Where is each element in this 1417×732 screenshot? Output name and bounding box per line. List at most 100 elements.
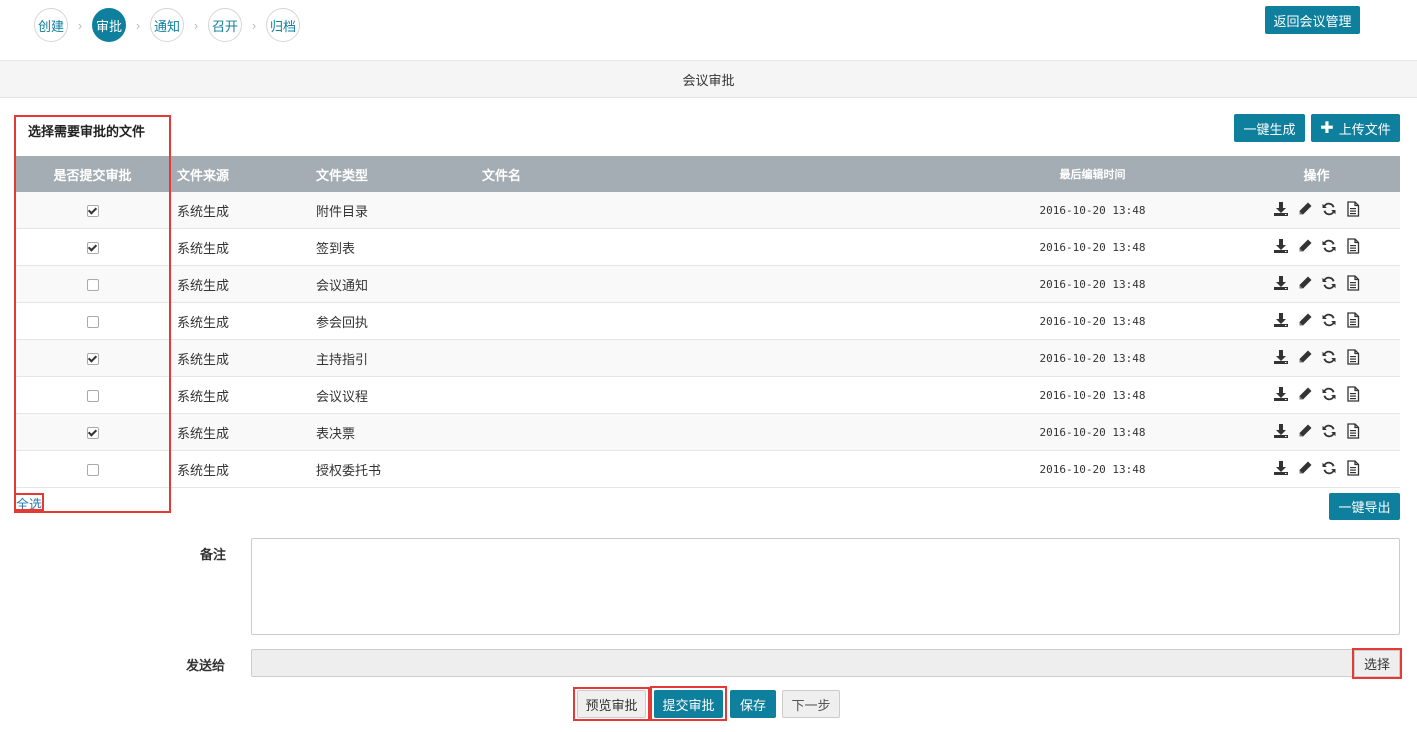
download-icon[interactable] [1273,275,1289,291]
file-source: 系统生成 [170,339,316,377]
select-all-link[interactable]: 全选 [16,494,42,513]
submit-checkbox[interactable] [86,205,99,218]
edit-icon[interactable] [1297,423,1313,439]
col-source: 文件来源 [170,156,316,192]
submit-checkbox[interactable] [86,464,99,477]
last-edited-time: 2016-10-20 13:48 [952,413,1233,451]
document-icon[interactable] [1345,348,1361,365]
edit-icon[interactable] [1297,312,1313,328]
refresh-icon[interactable] [1321,386,1337,402]
file-type: 附件目录 [316,192,482,229]
download-icon[interactable] [1273,312,1289,328]
download-icon[interactable] [1273,460,1289,476]
edit-icon[interactable] [1297,460,1313,476]
chevron-right-icon: › [251,17,257,33]
last-edited-time: 2016-10-20 13:48 [952,228,1233,266]
file-type: 授权委托书 [316,450,482,488]
submit-checkbox[interactable] [86,353,99,366]
file-name [482,339,952,377]
edit-icon[interactable] [1297,275,1313,291]
document-icon[interactable] [1345,385,1361,402]
sendto-field[interactable] [251,649,1354,677]
row-actions [1233,192,1400,229]
row-actions [1233,376,1400,414]
last-edited-time: 2016-10-20 13:48 [952,192,1233,229]
download-icon[interactable] [1273,201,1289,217]
file-type: 参会回执 [316,302,482,340]
refresh-icon[interactable] [1321,238,1337,254]
edit-icon[interactable] [1297,349,1313,365]
refresh-icon[interactable] [1321,275,1337,291]
remarks-textarea[interactable] [251,538,1400,635]
submit-checkbox-cell [15,413,170,451]
step-approve[interactable]: 审批 [92,8,126,42]
row-actions [1233,339,1400,377]
file-name [482,376,952,414]
table-row: 系统生成 授权委托书 2016-10-20 13:48 [15,450,1400,488]
file-source: 系统生成 [170,376,316,414]
edit-icon[interactable] [1297,386,1313,402]
step-archive[interactable]: 归档 [266,8,300,42]
document-icon[interactable] [1345,200,1361,217]
last-edited-time: 2016-10-20 13:48 [952,302,1233,340]
refresh-icon[interactable] [1321,423,1337,439]
back-to-meeting-management-button[interactable]: 返回会议管理 [1265,6,1360,34]
row-actions [1233,228,1400,266]
export-all-button[interactable]: 一键导出 [1329,493,1400,520]
submit-approval-button[interactable]: 提交审批 [654,690,723,718]
step-label: 审批 [95,18,122,34]
col-filename: 文件名 [482,156,952,192]
submit-checkbox[interactable] [86,427,99,440]
row-actions [1233,450,1400,488]
refresh-icon[interactable] [1321,312,1337,328]
submit-checkbox-cell [15,228,170,266]
step-label: 召开 [211,18,238,34]
step-hold[interactable]: 召开 [208,8,242,42]
document-icon[interactable] [1345,422,1361,439]
submit-checkbox[interactable] [86,390,99,403]
upload-file-button[interactable]: ✚ 上传文件 [1311,114,1400,142]
document-icon[interactable] [1345,274,1361,291]
table-header-row: 是否提交审批 文件来源 文件类型 文件名 最后编辑时间 操作 [15,156,1400,192]
submit-checkbox[interactable] [86,242,99,255]
edit-icon[interactable] [1297,201,1313,217]
submit-checkbox[interactable] [86,279,99,292]
table-row: 系统生成 主持指引 2016-10-20 13:48 [15,339,1400,377]
download-icon[interactable] [1273,349,1289,365]
page-title: 会议审批 [682,72,735,88]
table-row: 系统生成 附件目录 2016-10-20 13:48 [15,192,1400,229]
step-label: 创建 [37,18,64,34]
refresh-icon[interactable] [1321,349,1337,365]
submit-checkbox-cell [15,192,170,229]
download-icon[interactable] [1273,386,1289,402]
submit-checkbox-cell [15,376,170,414]
download-icon[interactable] [1273,423,1289,439]
table-row: 系统生成 签到表 2016-10-20 13:48 [15,228,1400,266]
submit-checkbox[interactable] [86,316,99,329]
file-name [482,413,952,451]
document-icon[interactable] [1345,311,1361,328]
choose-recipient-button[interactable]: 选择 [1354,650,1400,677]
step-notify[interactable]: 通知 [150,8,184,42]
step-create[interactable]: 创建 [34,8,68,42]
last-edited-time: 2016-10-20 13:48 [952,339,1233,377]
preview-approval-button[interactable]: 预览审批 [577,690,646,718]
generate-all-button[interactable]: 一键生成 [1234,114,1305,142]
refresh-icon[interactable] [1321,201,1337,217]
sendto-label: 发送给 [186,658,226,673]
file-type: 会议议程 [316,376,482,414]
document-icon[interactable] [1345,237,1361,254]
document-icon[interactable] [1345,459,1361,476]
refresh-icon[interactable] [1321,460,1337,476]
col-last-edited: 最后编辑时间 [952,156,1233,192]
chevron-right-icon: › [77,17,83,33]
submit-checkbox-cell [15,339,170,377]
next-step-button[interactable]: 下一步 [782,690,840,718]
submit-checkbox-cell [15,302,170,340]
download-icon[interactable] [1273,238,1289,254]
chevron-right-icon: › [193,17,199,33]
table-row: 系统生成 会议议程 2016-10-20 13:48 [15,376,1400,414]
edit-icon[interactable] [1297,238,1313,254]
save-button[interactable]: 保存 [730,690,776,718]
file-source: 系统生成 [170,413,316,451]
